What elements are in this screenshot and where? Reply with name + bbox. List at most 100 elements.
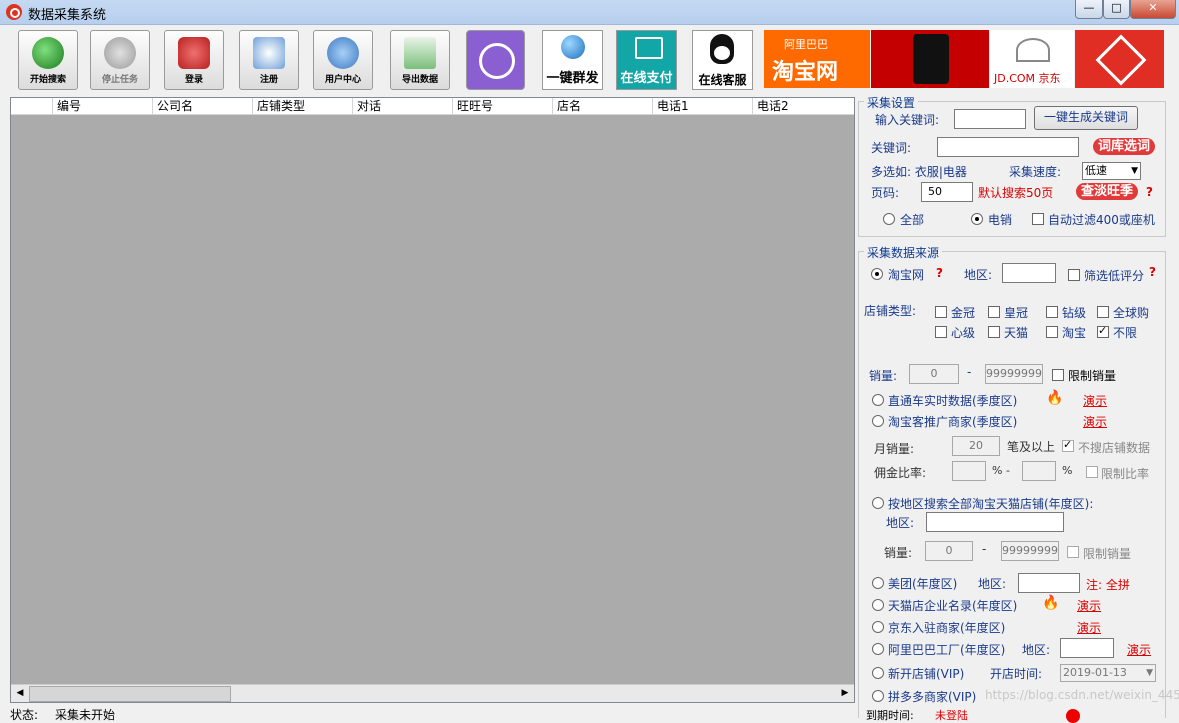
range-dash: - [982,542,987,556]
speed-select[interactable]: 低速 ▼ [1082,162,1141,180]
limit-sales-label: 限制销量 [1068,369,1117,383]
register-button[interactable]: 注册 [239,30,299,90]
jd-settle-radio[interactable] [872,621,884,633]
chat-app-button[interactable] [466,30,525,90]
speed-select-value: 低速 [1085,164,1107,177]
no-shop-data-checkbox[interactable] [1062,438,1074,452]
status-label: 状态: [10,708,39,722]
monthly-suffix-label: 笔及以上 [1007,440,1056,454]
limit-sales-checkbox[interactable] [1052,369,1064,381]
pinduoduo-banner[interactable] [1075,30,1164,88]
global-checkbox[interactable] [1097,306,1109,318]
column-header[interactable]: 电话1 [652,98,752,114]
multi-select-hint: 多选如: 衣服|电器 [871,165,967,179]
unlimited-checkbox[interactable] [1097,324,1109,338]
heart-checkbox[interactable] [935,326,947,338]
online-pay-button[interactable]: 在线支付 [616,30,677,90]
scroll-left-icon[interactable]: ◀ [12,686,28,700]
page-label: 页码: [871,186,900,200]
commission-min-input[interactable] [952,461,986,481]
region-limit-sales-checkbox[interactable] [1067,546,1079,558]
generate-keywords-button[interactable]: 一键生成关键词 [1034,106,1138,130]
minimize-button[interactable]: — [1075,0,1103,19]
gold-crown-checkbox[interactable] [935,306,947,318]
speed-label: 采集速度: [1009,165,1062,179]
monthly-sales-input[interactable]: 20 [952,436,1000,456]
open-time-picker[interactable]: 2019-01-13 ▼ [1060,664,1156,682]
ali-factory-radio[interactable] [872,643,884,655]
ecom-label: 电销 [988,213,1013,227]
start-search-button[interactable]: 开始搜索 [18,30,78,90]
auto-filter-checkbox[interactable] [1032,213,1044,225]
help-icon[interactable]: ? [1149,265,1156,279]
close-button[interactable]: ✕ [1130,0,1176,19]
ali-demo-link[interactable]: 演示 [1127,641,1151,658]
maximize-button[interactable]: □ [1103,0,1130,19]
pdd-radio[interactable] [872,690,884,702]
keyword-input[interactable] [954,109,1026,129]
region-label: 地区: [964,268,993,282]
column-header[interactable]: 编号 [52,98,152,114]
word-library-button[interactable]: 词库选词 [1093,138,1155,155]
tmall-banner[interactable] [871,30,989,88]
online-service-button[interactable]: 在线客服 [692,30,753,90]
export-data-button[interactable]: 导出数据 [390,30,450,90]
login-button[interactable]: 登录 [164,30,224,90]
low-score-label: 筛选低评分 [1084,269,1145,283]
ali-region-input[interactable] [1060,638,1114,658]
results-grid[interactable]: 编号 公司名 店铺类型 对话 旺旺号 店名 电话1 电话2 ◀ ▶ [10,97,855,703]
sales-max-input[interactable]: 99999999 [985,364,1043,384]
help-icon[interactable]: ? [936,266,943,280]
water-drop-icon [561,35,585,59]
limit-ratio-checkbox[interactable] [1086,466,1098,478]
ecom-radio[interactable] [971,213,983,225]
commission-max-input[interactable] [1022,461,1056,481]
column-header[interactable]: 电话2 [752,98,854,114]
low-score-checkbox[interactable] [1068,269,1080,281]
ztc-radio[interactable] [872,394,884,406]
meituan-region-input[interactable] [1018,573,1080,593]
column-header[interactable]: 店名 [552,98,652,114]
column-header[interactable]: 店铺类型 [252,98,352,114]
region-all-radio[interactable] [872,497,884,509]
scroll-right-icon[interactable]: ▶ [837,686,853,700]
new-shop-radio[interactable] [872,667,884,679]
diamond-checkbox[interactable] [1046,306,1058,318]
mass-send-button[interactable]: 一键群发 [542,30,603,90]
ztc-demo-link[interactable]: 演示 [1083,392,1107,409]
stop-task-button[interactable]: 停止任务 [90,30,150,90]
keyword-field[interactable] [937,137,1079,157]
tmall-enterprise-radio[interactable] [872,599,884,611]
help-icon[interactable]: ? [1146,185,1153,199]
region-all-input[interactable] [926,512,1064,532]
promo-demo-link[interactable]: 演示 [1083,413,1107,430]
page-input[interactable]: 50 [921,182,973,202]
taobao-banner[interactable]: 阿里巴巴 淘宝网 [764,30,870,88]
column-header[interactable]: 对话 [352,98,452,114]
sales-min-input[interactable]: 0 [909,364,959,384]
taobao-radio[interactable] [871,268,883,280]
user-center-button[interactable]: 用户中心 [313,30,373,90]
meituan-radio[interactable] [872,577,884,589]
taobao-checkbox[interactable] [1046,326,1058,338]
all-radio[interactable] [883,213,895,225]
region-sales-min[interactable]: 0 [925,541,973,561]
horizontal-scrollbar[interactable]: ◀ ▶ [11,684,854,702]
jd-banner[interactable]: JD.COM 京东 [990,30,1074,88]
scroll-thumb[interactable] [29,686,231,702]
crown-checkbox[interactable] [988,306,1000,318]
tmall-demo-link[interactable]: 演示 [1077,597,1101,614]
promo-radio[interactable] [872,415,884,427]
column-header[interactable]: 公司名 [152,98,252,114]
column-header[interactable]: 旺旺号 [452,98,552,114]
range-dash: - [967,365,972,379]
region-sales-max[interactable]: 99999999 [1001,541,1059,561]
check-season-button[interactable]: 查淡旺季 [1076,183,1138,200]
tmall-checkbox[interactable] [988,326,1000,338]
keyword-label: 关键词: [871,141,912,155]
payment-card-icon [635,37,663,59]
region-sales-label: 销量: [884,546,913,560]
region-input[interactable] [1002,263,1056,283]
jd-demo-link[interactable]: 演示 [1077,619,1101,636]
ali-region-label: 地区: [1022,643,1051,657]
